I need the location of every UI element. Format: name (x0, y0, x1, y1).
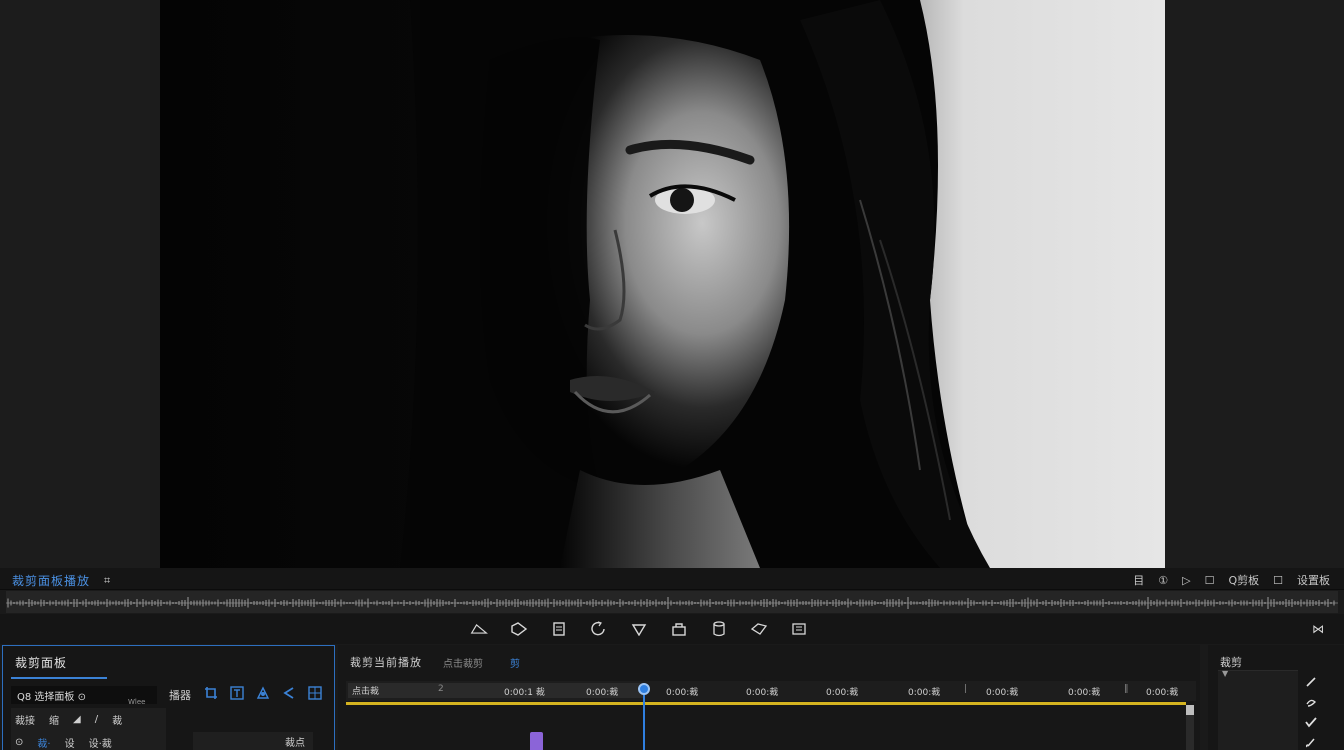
option-scale-label[interactable]: 缩 (49, 712, 59, 727)
option-set-crop-label[interactable]: 设·裁 (89, 735, 112, 750)
portrait-image (160, 0, 1165, 568)
lock-icon[interactable] (670, 621, 688, 637)
panel-title[interactable]: 裁剪面板播放 (12, 572, 90, 589)
option-set-label[interactable]: 设 (65, 735, 75, 750)
timecode-label[interactable]: 0:00:裁 (586, 685, 618, 698)
monitor-icon[interactable]: ☐ (1273, 574, 1283, 587)
side-panel-title[interactable]: 裁剪 (1220, 654, 1242, 670)
crop-icon[interactable] (203, 685, 219, 701)
timeline-separator: 2 (438, 684, 444, 694)
timeline-panel: 裁剪当前播放 点击裁剪 剪 点击裁 2 | ‖ 0:00:1 裁 0:00:裁 … (338, 645, 1200, 750)
panel-header-bar: 裁剪面板播放 ⌗ 目 ① ▷ ☐ Q剪板 ☐ 设置板 (0, 568, 1344, 590)
options-group: 裁接 缩 ◢ / 裁 ⊙ 裁· 设 设·裁 (11, 708, 166, 750)
viewer-panel (0, 0, 1344, 568)
timecode-label[interactable]: 0:00:1 裁 (504, 685, 545, 698)
timeline-first-field[interactable]: 点击裁 (348, 683, 433, 698)
timeline-title[interactable]: 裁剪当前播放 (350, 654, 422, 670)
check-icon[interactable] (1304, 715, 1318, 729)
frame-icon[interactable]: ⌗ (104, 574, 110, 588)
shape-icon[interactable] (470, 621, 488, 637)
options-row: 裁接 缩 ◢ / 裁 (11, 708, 166, 731)
triangle-icon[interactable]: ◢ (73, 714, 81, 725)
timecode-label[interactable]: 0:00:裁 (1146, 685, 1178, 698)
link-icon[interactable] (750, 621, 768, 637)
dimension-label: 裁点 (285, 738, 305, 749)
scrollbar-thumb[interactable] (1186, 705, 1194, 715)
slash-icon[interactable]: / (95, 714, 98, 725)
side-panel: 裁剪 ▼ (1208, 645, 1344, 750)
cylinder-icon[interactable] (710, 621, 728, 637)
playhead-line[interactable] (643, 695, 645, 750)
side-panel-list[interactable] (1218, 670, 1298, 750)
active-tab-indicator (11, 677, 107, 679)
target-icon[interactable] (255, 685, 271, 701)
timeline-clip[interactable] (530, 732, 543, 750)
timeline-scrollbar[interactable] (1186, 705, 1194, 750)
grid-icon[interactable] (307, 685, 323, 701)
rotate-icon[interactable] (590, 621, 608, 637)
pen-icon[interactable] (1304, 675, 1318, 689)
playhead-handle[interactable] (638, 683, 650, 695)
clipboard-icon[interactable] (550, 621, 568, 637)
header-button-settings[interactable]: 设置板 (1297, 572, 1330, 588)
option-active-label[interactable]: 裁· (37, 735, 50, 750)
time-ruler[interactable] (6, 591, 1338, 613)
expand-icon[interactable]: ⋈ (1312, 622, 1324, 636)
text-crop-icon[interactable] (229, 685, 245, 701)
info-icon[interactable]: ① (1158, 574, 1168, 587)
timecode-label[interactable]: 0:00:裁 (986, 685, 1018, 698)
timecode-label[interactable]: 0:00:裁 (746, 685, 778, 698)
list-icon[interactable]: 目 (1133, 572, 1144, 588)
crop-panel-title[interactable]: 裁剪面板 (15, 654, 67, 671)
timeline-header[interactable]: 点击裁 2 | ‖ 0:00:1 裁 0:00:裁 0:00:裁 0:00:裁 … (346, 681, 1196, 701)
header-actions: 目 ① ▷ ☐ Q剪板 ☐ 设置板 (1133, 572, 1330, 588)
timecode-label[interactable]: 0:00:裁 (1068, 685, 1100, 698)
crop-panel: 裁剪面板 Q8 选择面板 ⊙ Wlee 播器 裁接 缩 ◢ / 裁 ⊙ 裁· 设… (2, 645, 335, 750)
tag-icon[interactable] (510, 621, 528, 637)
player-label: 播器 (169, 689, 191, 702)
header-button-q[interactable]: Q剪板 (1228, 572, 1259, 588)
work-area-bar[interactable] (346, 702, 1186, 705)
timecode-label[interactable]: 0:00:裁 (666, 685, 698, 698)
text-icon[interactable] (790, 621, 808, 637)
option-crop-label[interactable]: 裁接 (15, 712, 35, 727)
timeline-cut-icon[interactable]: 剪 (510, 655, 520, 670)
timecode-label[interactable]: 0:00:裁 (908, 685, 940, 698)
timeline-separator: | (964, 684, 968, 694)
play-icon[interactable]: ▷ (1182, 574, 1190, 587)
options-row: ⊙ 裁· 设 设·裁 (11, 731, 166, 750)
timeline-separator: ‖ (1124, 684, 1129, 694)
heart-icon[interactable] (630, 621, 648, 637)
dropdown-marker-icon[interactable]: ▼ (1222, 669, 1228, 678)
timeline-subtitle[interactable]: 点击裁剪 (443, 655, 483, 670)
brush-icon[interactable] (1304, 735, 1318, 749)
option-cut-label[interactable]: 裁 (112, 712, 122, 727)
timecode-label[interactable]: 0:00:裁 (826, 685, 858, 698)
field-hint: Wlee (128, 698, 146, 706)
lasso-icon[interactable] (1304, 695, 1318, 709)
tool-bar: ⋈ (0, 614, 1344, 644)
arrow-left-icon[interactable] (281, 685, 297, 701)
target-small-icon[interactable]: ⊙ (15, 737, 23, 748)
save-icon[interactable]: ☐ (1205, 574, 1215, 587)
